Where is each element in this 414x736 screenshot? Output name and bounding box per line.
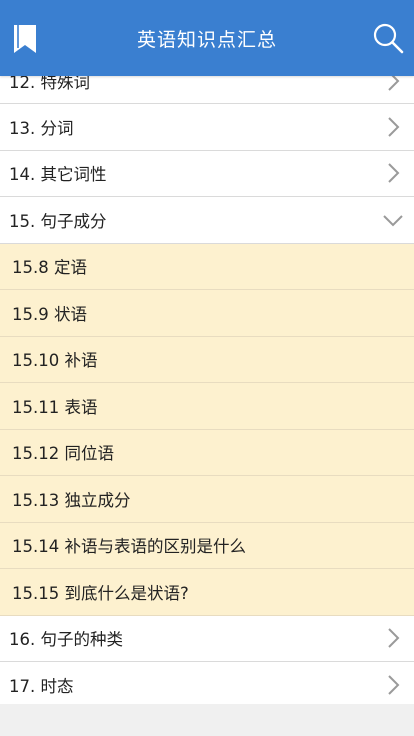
sub-item-label: 15.9 状语 xyxy=(12,304,87,324)
list-item-label: 14. 其它词性 xyxy=(9,165,107,185)
sub-item-label: 15.15 到底什么是状语? xyxy=(12,583,189,603)
sub-item-15-8[interactable]: 15.8 定语 xyxy=(0,243,414,290)
list-item-section-15[interactable]: 15. 句子成分 xyxy=(0,197,414,244)
page-title: 英语知识点汇总 xyxy=(136,28,277,51)
sub-item-15-10[interactable]: 15.10 补语 xyxy=(0,336,414,383)
list-item-label: 16. 句子的种类 xyxy=(9,630,123,650)
sub-item-label: 15.8 定语 xyxy=(12,258,87,278)
list-item-label: 17. 时态 xyxy=(9,676,74,696)
chevron-right-icon xyxy=(388,163,400,183)
search-icon[interactable] xyxy=(372,22,404,54)
chevron-down-icon xyxy=(383,215,403,227)
app-header: 英语知识点汇总 xyxy=(0,0,414,76)
sub-item-label: 15.12 同位语 xyxy=(12,444,114,464)
chevron-right-icon xyxy=(388,628,400,648)
sub-item-15-9[interactable]: 15.9 状语 xyxy=(0,290,414,337)
sub-item-label: 15.11 表语 xyxy=(12,397,98,417)
list-item-label: 13. 分词 xyxy=(9,118,74,138)
sub-item-15-11[interactable]: 15.11 表语 xyxy=(0,383,414,430)
sub-item-15-15[interactable]: 15.15 到底什么是状语? xyxy=(0,569,414,616)
list-item-section-17[interactable]: 17. 时态 xyxy=(0,662,414,704)
list-item-section-14[interactable]: 14. 其它词性 xyxy=(0,150,414,197)
chapter-list: 12. 特殊词 13. 分词 14. 其它词性 15. 句子成分 15.8 定语… xyxy=(0,58,414,704)
chevron-right-icon xyxy=(388,675,400,695)
list-item-label: 15. 句子成分 xyxy=(9,211,107,231)
sub-item-label: 15.13 独立成分 xyxy=(12,490,131,510)
bookmark-icon[interactable] xyxy=(12,24,38,54)
sub-item-15-14[interactable]: 15.14 补语与表语的区别是什么 xyxy=(0,522,414,569)
chevron-right-icon xyxy=(388,117,400,137)
sub-item-15-12[interactable]: 15.12 同位语 xyxy=(0,429,414,476)
sub-item-15-13[interactable]: 15.13 独立成分 xyxy=(0,476,414,523)
sub-item-label: 15.10 补语 xyxy=(12,351,98,371)
sub-item-label: 15.14 补语与表语的区别是什么 xyxy=(12,537,246,557)
list-item-section-13[interactable]: 13. 分词 xyxy=(0,104,414,151)
list-item-section-16[interactable]: 16. 句子的种类 xyxy=(0,615,414,662)
bottom-spacer xyxy=(0,704,414,736)
